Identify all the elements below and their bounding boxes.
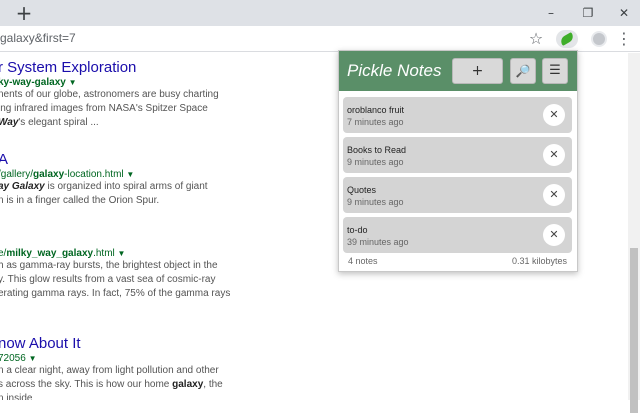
close-icon: ✕ [549,148,559,161]
close-icon: ✕ [549,108,559,121]
search-icon: 🔎 [515,64,531,78]
result-snippet: nents of our globe, astronomers are busy… [0,89,219,128]
result-url: 72056 ▼ [0,353,37,364]
pickle-extension-icon[interactable] [556,30,578,48]
result-snippet: h as gamma-ray bursts, the brightest obj… [0,260,231,299]
pickle-notes-popup: Pickle Notes + 🔎 ☰ oroblanco fruit 7 min… [338,50,578,272]
note-title: to-do [347,225,368,235]
search-notes-button[interactable]: 🔎 [510,58,536,84]
result-title[interactable]: A [0,151,328,168]
search-result: r System Exploration ky-way-galaxy ▼ nen… [0,59,328,130]
bookmark-star-icon[interactable]: ☆ [526,29,546,49]
note-timestamp: 9 minutes ago [347,157,404,167]
note-item[interactable]: Quotes 9 minutes ago ✕ [343,177,572,213]
note-timestamp: 39 minutes ago [347,237,409,247]
note-title: oroblanco fruit [347,105,405,115]
result-title[interactable]: r System Exploration [0,59,328,76]
add-note-button[interactable]: + [452,58,503,84]
result-title[interactable]: now About It [0,335,328,352]
note-timestamp: 7 minutes ago [347,117,404,127]
hamburger-menu-icon: ☰ [549,63,561,78]
minimize-button[interactable]: – [541,3,561,23]
note-item[interactable]: to-do 39 minutes ago ✕ [343,217,572,253]
result-snippet: n a clear night, away from light polluti… [0,365,223,400]
scroll-thumb[interactable] [630,248,638,413]
note-count: 4 notes [348,256,378,266]
result-url: e/milky_way_galaxy.html ▼ [0,248,126,259]
note-title: Books to Read [347,145,407,155]
note-item[interactable]: Books to Read 9 minutes ago ✕ [343,137,572,173]
delete-note-button[interactable]: ✕ [543,104,565,126]
search-result: A /gallery/galaxy-location.html ▼ ay Gal… [0,151,328,208]
address-bar[interactable]: galaxy&first=7 [0,31,76,45]
delete-note-button[interactable]: ✕ [543,184,565,206]
delete-note-button[interactable]: ✕ [543,144,565,166]
new-tab-button[interactable]: + [14,3,34,23]
profile-avatar[interactable] [591,31,607,47]
popup-header: Pickle Notes + 🔎 ☰ [339,51,577,91]
page-scrollbar[interactable] [628,53,640,413]
restore-button[interactable]: ❐ [578,3,598,23]
result-snippet: ay Galaxy is organized into spiral arms … [0,181,208,206]
browser-toolbar: galaxy&first=7 ☆ ⋮ [0,26,640,52]
note-title: Quotes [347,185,377,195]
popup-menu-button[interactable]: ☰ [542,58,568,84]
close-icon: ✕ [549,228,559,241]
tab-strip: + – ❐ ✕ [0,0,640,26]
result-url: ky-way-galaxy ▼ [0,77,77,88]
popup-title: Pickle Notes [347,61,442,80]
close-icon: ✕ [549,188,559,201]
delete-note-button[interactable]: ✕ [543,224,565,246]
search-result: now About It 72056 ▼ n a clear night, aw… [0,335,328,400]
result-url: /gallery/galaxy-location.html ▼ [0,169,135,180]
search-result: e/milky_way_galaxy.html ▼ h as gamma-ray… [0,247,328,301]
storage-size: 0.31 kilobytes [511,256,567,266]
note-timestamp: 9 minutes ago [347,197,404,207]
close-window-button[interactable]: ✕ [614,3,634,23]
browser-menu-icon[interactable]: ⋮ [614,29,634,49]
note-item[interactable]: oroblanco fruit 7 minutes ago ✕ [343,97,572,133]
